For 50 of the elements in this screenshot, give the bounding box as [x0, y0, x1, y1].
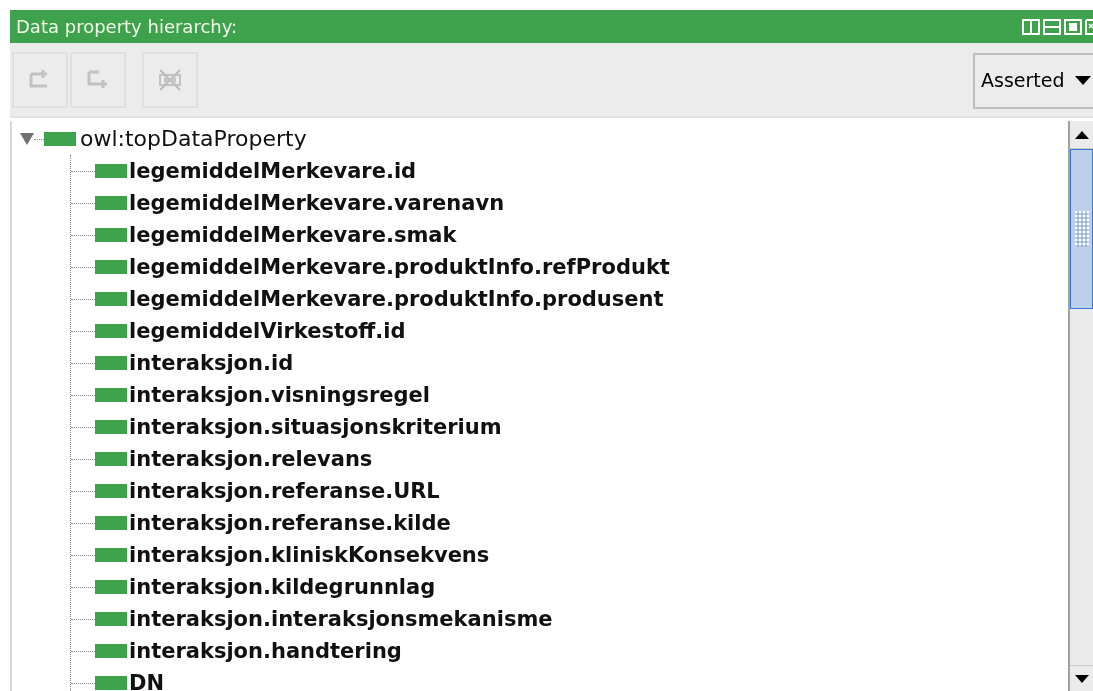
tree-item[interactable]: legemiddelVirkestoff.id — [129, 320, 406, 342]
property-icon — [95, 356, 127, 370]
property-icon — [95, 580, 127, 594]
property-icon — [95, 452, 127, 466]
property-icon — [95, 676, 127, 690]
tree-item[interactable]: interaksjon.id — [129, 352, 294, 374]
tree-item[interactable]: interaksjon.kildegrunnlag — [129, 576, 436, 598]
property-icon — [95, 196, 127, 210]
property-icon — [95, 484, 127, 498]
property-icon — [95, 420, 127, 434]
tree-item[interactable]: interaksjon.situasjonskriterium — [129, 416, 502, 438]
tree-item[interactable]: interaksjon.interaksjonsmekanisme — [129, 608, 553, 630]
split-vertical-icon[interactable] — [1022, 18, 1040, 35]
tree-item[interactable]: owl:topDataProperty — [80, 128, 307, 150]
panel-title: Data property hierarchy: — [16, 17, 238, 36]
scroll-thumb[interactable] — [1070, 149, 1093, 309]
tree-item[interactable]: interaksjon.referanse.kilde — [129, 512, 451, 534]
expanded-triangle-icon[interactable] — [20, 133, 34, 145]
property-icon — [95, 164, 127, 178]
crossed-out-icon — [157, 67, 183, 92]
property-icon — [95, 644, 127, 658]
property-icon — [95, 260, 127, 274]
view-dropdown[interactable]: Asserted — [973, 52, 1093, 109]
tree-item[interactable]: interaksjon.referanse.URL — [129, 480, 440, 502]
maximize-icon[interactable] — [1064, 18, 1082, 35]
tree-item[interactable]: legemiddelMerkevare.id — [129, 160, 417, 182]
grip-icon — [1074, 211, 1089, 247]
property-icon — [95, 292, 127, 306]
property-icon — [44, 132, 76, 146]
close-icon[interactable] — [1085, 18, 1093, 35]
property-icon — [95, 324, 127, 338]
down-arrow-icon — [1074, 674, 1089, 683]
tree-item[interactable]: legemiddelMerkevare.varenavn — [129, 192, 505, 214]
property-icon — [95, 516, 127, 530]
property-icon — [95, 548, 127, 562]
scrollbar[interactable] — [1068, 121, 1093, 691]
tree-item[interactable]: interaksjon.kliniskKonsekvens — [129, 544, 490, 566]
property-icon — [95, 612, 127, 626]
tree-item[interactable]: interaksjon.handtering — [129, 640, 402, 662]
tree-item[interactable]: legemiddelMerkevare.smak — [129, 224, 457, 246]
property-icon — [95, 388, 127, 402]
dropdown-arrow-icon — [1074, 76, 1091, 85]
tree-item[interactable]: interaksjon.relevans — [129, 448, 373, 470]
tree-item[interactable]: DN — [129, 672, 164, 691]
tree-item[interactable]: legemiddelMerkevare.produktInfo.produsent — [129, 288, 664, 310]
tree-item[interactable]: legemiddelMerkevare.produktInfo.refProdukt — [129, 256, 670, 278]
split-horizontal-icon[interactable] — [1043, 18, 1061, 35]
tree-item[interactable]: interaksjon.visningsregel — [129, 384, 431, 406]
property-icon — [95, 228, 127, 242]
up-arrow-icon — [1074, 130, 1089, 139]
